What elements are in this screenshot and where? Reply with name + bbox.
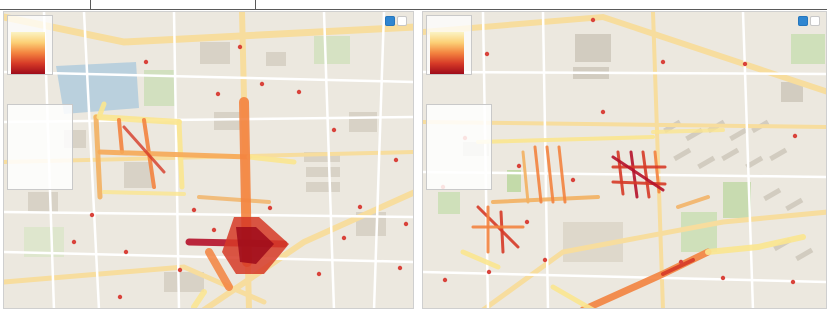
secondary-map-button[interactable] (810, 16, 820, 26)
top-rule-divider (90, 0, 91, 10)
legend-color-ramp (430, 32, 464, 74)
primary-map-button[interactable] (798, 16, 808, 26)
layer-list[interactable] (7, 104, 73, 190)
map-controls (385, 16, 407, 26)
park-area (314, 36, 350, 64)
heat-legend (7, 15, 53, 75)
park-area (723, 182, 751, 218)
park-area (681, 212, 717, 252)
map-panel-left[interactable] (3, 11, 414, 309)
heat-legend (426, 15, 472, 75)
park-area (791, 34, 825, 64)
top-rule (0, 9, 827, 10)
top-rule-divider (255, 0, 256, 10)
legend-color-ramp (11, 32, 45, 74)
secondary-map-button[interactable] (397, 16, 407, 26)
layer-list[interactable] (426, 104, 492, 190)
map-controls (798, 16, 820, 26)
park-area (438, 192, 460, 214)
map-panel-right[interactable] (422, 11, 827, 309)
primary-map-button[interactable] (385, 16, 395, 26)
